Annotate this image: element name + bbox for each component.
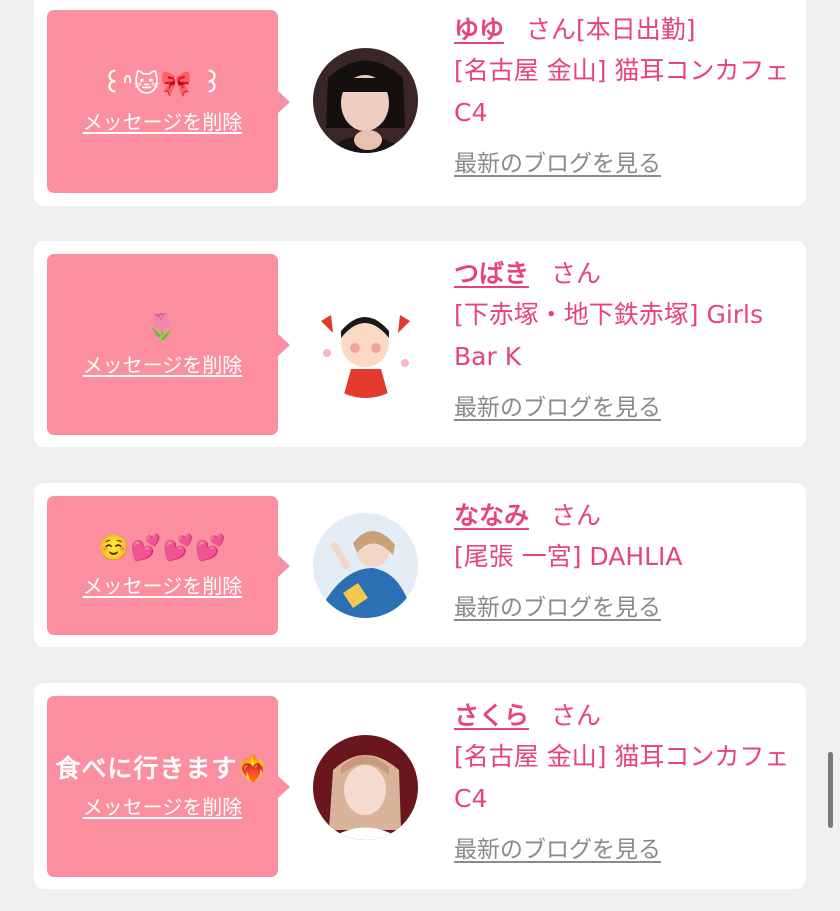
honorific: さん (526, 15, 577, 44)
latest-blog-link[interactable]: 最新のブログを見る (454, 588, 661, 622)
shop-name: [下赤塚・地下鉄赤塚] Girls Bar K (454, 300, 764, 371)
message-card: 🌷 メッセージを削除 つばき さん [下赤塚・地下鉄赤塚] Girls Bar K… (34, 241, 806, 447)
honorific: さん (551, 501, 602, 530)
avatar[interactable] (313, 48, 418, 153)
delete-message-link[interactable]: メッセージを削除 (83, 349, 243, 378)
avatar-illustration (313, 293, 418, 398)
name-line: ゆゆ さん[本日出勤] (454, 10, 794, 50)
message-bubble: ꒰ᐢ🐱🎀 ꒱ メッセージを削除 (47, 10, 290, 193)
honorific: さん (551, 701, 602, 730)
message-text: ☺️💕💕💕 (98, 532, 227, 562)
host-name-link[interactable]: ゆゆ (454, 15, 504, 44)
avatar[interactable] (313, 735, 418, 840)
host-name-link[interactable]: さくら (454, 701, 529, 730)
avatar[interactable] (313, 293, 418, 398)
name-line: さくら さん (454, 696, 794, 736)
work-status: [本日出勤] (576, 15, 696, 44)
avatar-photo (313, 513, 418, 618)
delete-message-link[interactable]: メッセージを削除 (83, 106, 243, 135)
message-bubble: ☺️💕💕💕 メッセージを削除 (47, 496, 290, 635)
host-name-link[interactable]: ななみ (454, 501, 529, 530)
name-line: ななみ さん (454, 496, 794, 536)
shop-name: [尾張 一宮] DAHLIA (454, 542, 683, 571)
message-card: ꒰ᐢ🐱🎀 ꒱ メッセージを削除 ゆゆ さん[本日出勤] [名古屋 金山] 猫耳コン… (34, 0, 806, 206)
shop-name: [名古屋 金山] 猫耳コンカフェ C4 (454, 742, 790, 813)
avatar[interactable] (313, 513, 418, 618)
message-text: 🌷 (146, 311, 179, 341)
avatar-photo (313, 48, 418, 153)
message-card: ☺️💕💕💕 メッセージを削除 ななみ さん [尾張 一宮] DAHLIA 最新のブ… (34, 483, 806, 647)
host-info: ゆゆ さん[本日出勤] [名古屋 金山] 猫耳コンカフェ C4 最新のブログを見る (454, 10, 794, 178)
message-bubble: 🌷 メッセージを削除 (47, 254, 290, 435)
host-name-link[interactable]: つばき (454, 259, 529, 288)
host-info: ななみ さん [尾張 一宮] DAHLIA 最新のブログを見る (454, 496, 794, 622)
host-info: さくら さん [名古屋 金山] 猫耳コンカフェ C4 最新のブログを見る (454, 696, 794, 864)
latest-blog-link[interactable]: 最新のブログを見る (454, 144, 661, 178)
honorific: さん (551, 259, 602, 288)
latest-blog-link[interactable]: 最新のブログを見る (454, 388, 661, 422)
shop-name: [名古屋 金山] 猫耳コンカフェ C4 (454, 56, 790, 127)
message-text: ꒰ᐢ🐱🎀 ꒱ (102, 68, 223, 98)
avatar-photo (313, 735, 418, 840)
delete-message-link[interactable]: メッセージを削除 (83, 570, 243, 599)
message-text: 食べに行きます❤️‍🔥 (55, 753, 270, 783)
message-card: 食べに行きます❤️‍🔥 メッセージを削除 さくら さん [名古屋 金山] 猫耳コン… (34, 683, 806, 889)
message-bubble: 食べに行きます❤️‍🔥 メッセージを削除 (47, 696, 290, 877)
delete-message-link[interactable]: メッセージを削除 (83, 791, 243, 820)
scrollbar[interactable] (828, 752, 833, 828)
host-info: つばき さん [下赤塚・地下鉄赤塚] Girls Bar K 最新のブログを見る (454, 254, 794, 422)
name-line: つばき さん (454, 254, 794, 294)
latest-blog-link[interactable]: 最新のブログを見る (454, 830, 661, 864)
